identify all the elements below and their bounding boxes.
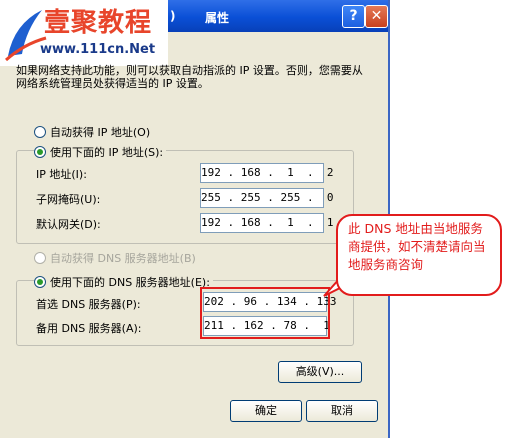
ip-address-label: IP 地址(I): [36,168,87,181]
radio-selected-icon [34,146,46,158]
radio-icon [34,126,46,138]
help-icon: ? [349,8,358,24]
watermark-logo: 壹聚教程 www.111cn.Net [0,0,168,66]
description-text: 如果网络支持此功能，则可以获取自动指派的 IP 设置。否则，您需要从网络系统管理… [16,64,363,90]
title-paren: ) [170,9,176,23]
subnet-mask-input[interactable]: 255 . 255 . 255 . 0 [200,188,333,208]
window-title: 属性 [205,11,230,25]
close-icon: ✕ [370,8,383,24]
radio-selected-icon [34,276,46,288]
subnet-mask-label: 子网掩码(U): [36,193,101,206]
default-gateway-input[interactable]: 192 . 168 . 1 . 1 [200,213,333,233]
help-button[interactable]: ? [342,5,365,28]
close-button[interactable]: ✕ [365,5,388,28]
ip-address-input[interactable]: 192 . 168 . 1 . 2 [200,163,333,183]
dns-auto-label: 自动获得 DNS 服务器地址(B) [50,252,196,265]
radio-disabled-icon [34,252,46,264]
ip-manual-radio[interactable]: 使用下面的 IP 地址(S): [34,144,167,160]
preferred-dns-label: 首选 DNS 服务器(P): [36,298,141,311]
ip-auto-label: 自动获得 IP 地址(O) [50,126,151,139]
cancel-button[interactable]: 取消 [306,400,378,422]
dns-auto-radio[interactable]: 自动获得 DNS 服务器地址(B) [34,250,196,266]
watermark-url: www.111cn.Net [40,42,156,57]
alternate-dns-label: 备用 DNS 服务器(A): [36,322,142,335]
watermark-brand: 壹聚教程 [44,8,153,38]
advanced-button[interactable]: 高级(V)... [278,361,362,383]
dns-highlight-box [200,287,330,339]
ip-manual-label: 使用下面的 IP 地址(S): [50,146,164,159]
dns-callout: 此 DNS 地址由当地服务商提供，如不清楚请向当地服务商咨询 [336,214,502,296]
ip-auto-radio[interactable]: 自动获得 IP 地址(O) [34,124,150,140]
tcpip-properties-dialog: ) 属性 ? ✕ 壹聚教程 www.111cn.Net 如果网络支持此功能，则可… [0,0,390,438]
dns-manual-radio[interactable]: 使用下面的 DNS 服务器地址(E): [34,274,213,290]
dns-manual-label: 使用下面的 DNS 服务器地址(E): [50,276,210,289]
default-gateway-label: 默认网关(D): [36,218,101,231]
ok-button[interactable]: 确定 [230,400,302,422]
